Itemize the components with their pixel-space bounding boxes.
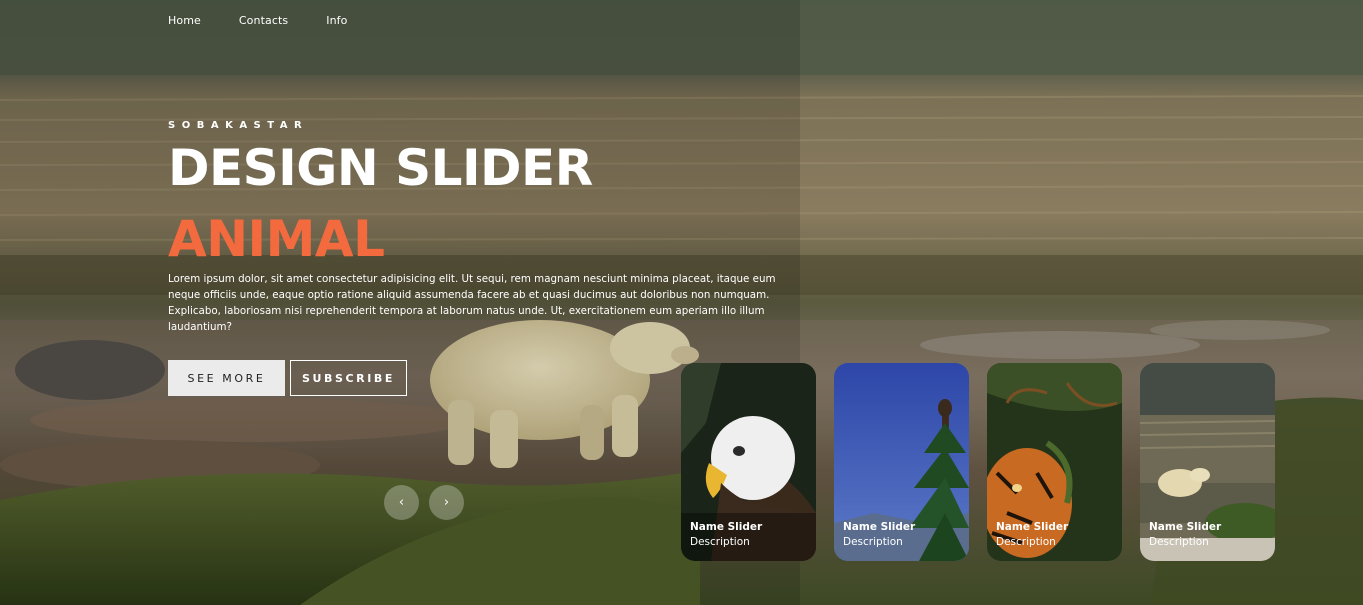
chevron-left-icon: ‹ [398,495,405,510]
card-name: Name Slider [1149,521,1222,533]
hero-description: Lorem ipsum dolor, sit amet consectetur … [168,273,776,333]
next-slide-button[interactable]: › [429,485,464,520]
card-name: Name Slider [690,521,763,533]
slider-page: Home Contacts Info SOBAKASTAR DESIGN SLI… [0,0,1363,605]
top-nav: Home Contacts Info [168,14,385,27]
page-subtitle: ANIMAL [168,210,385,268]
nav-item-contacts[interactable]: Contacts [239,14,288,27]
card-description: Description [1149,536,1209,548]
thumbnail-list: Name Slider Description Name Slider Desc… [681,363,1293,561]
chevron-right-icon: › [443,495,450,510]
prev-slide-button[interactable]: ‹ [384,485,419,520]
see-more-button[interactable]: SEE MORE [168,360,285,396]
nav-item-home[interactable]: Home [168,14,201,27]
brand-label: SOBAKASTAR [168,120,309,131]
thumbnail-card-polar-bear[interactable]: Name Slider Description [1140,363,1275,561]
card-description: Description [843,536,903,548]
subscribe-button[interactable]: SUBSCRIBE [290,360,407,396]
thumbnail-card-tiger[interactable]: Name Slider Description [987,363,1122,561]
card-name: Name Slider [843,521,916,533]
hero-content: SOBAKASTAR DESIGN SLIDER ANIMAL Lorem ip… [168,120,788,396]
thumbnail-card-eagle[interactable]: Name Slider Description [681,363,816,561]
card-description: Description [996,536,1056,548]
card-name: Name Slider [996,521,1069,533]
page-title: DESIGN SLIDER [168,139,593,197]
card-description: Description [690,536,750,548]
nav-item-info[interactable]: Info [326,14,347,27]
thumbnail-card-tree[interactable]: Name Slider Description [834,363,969,561]
